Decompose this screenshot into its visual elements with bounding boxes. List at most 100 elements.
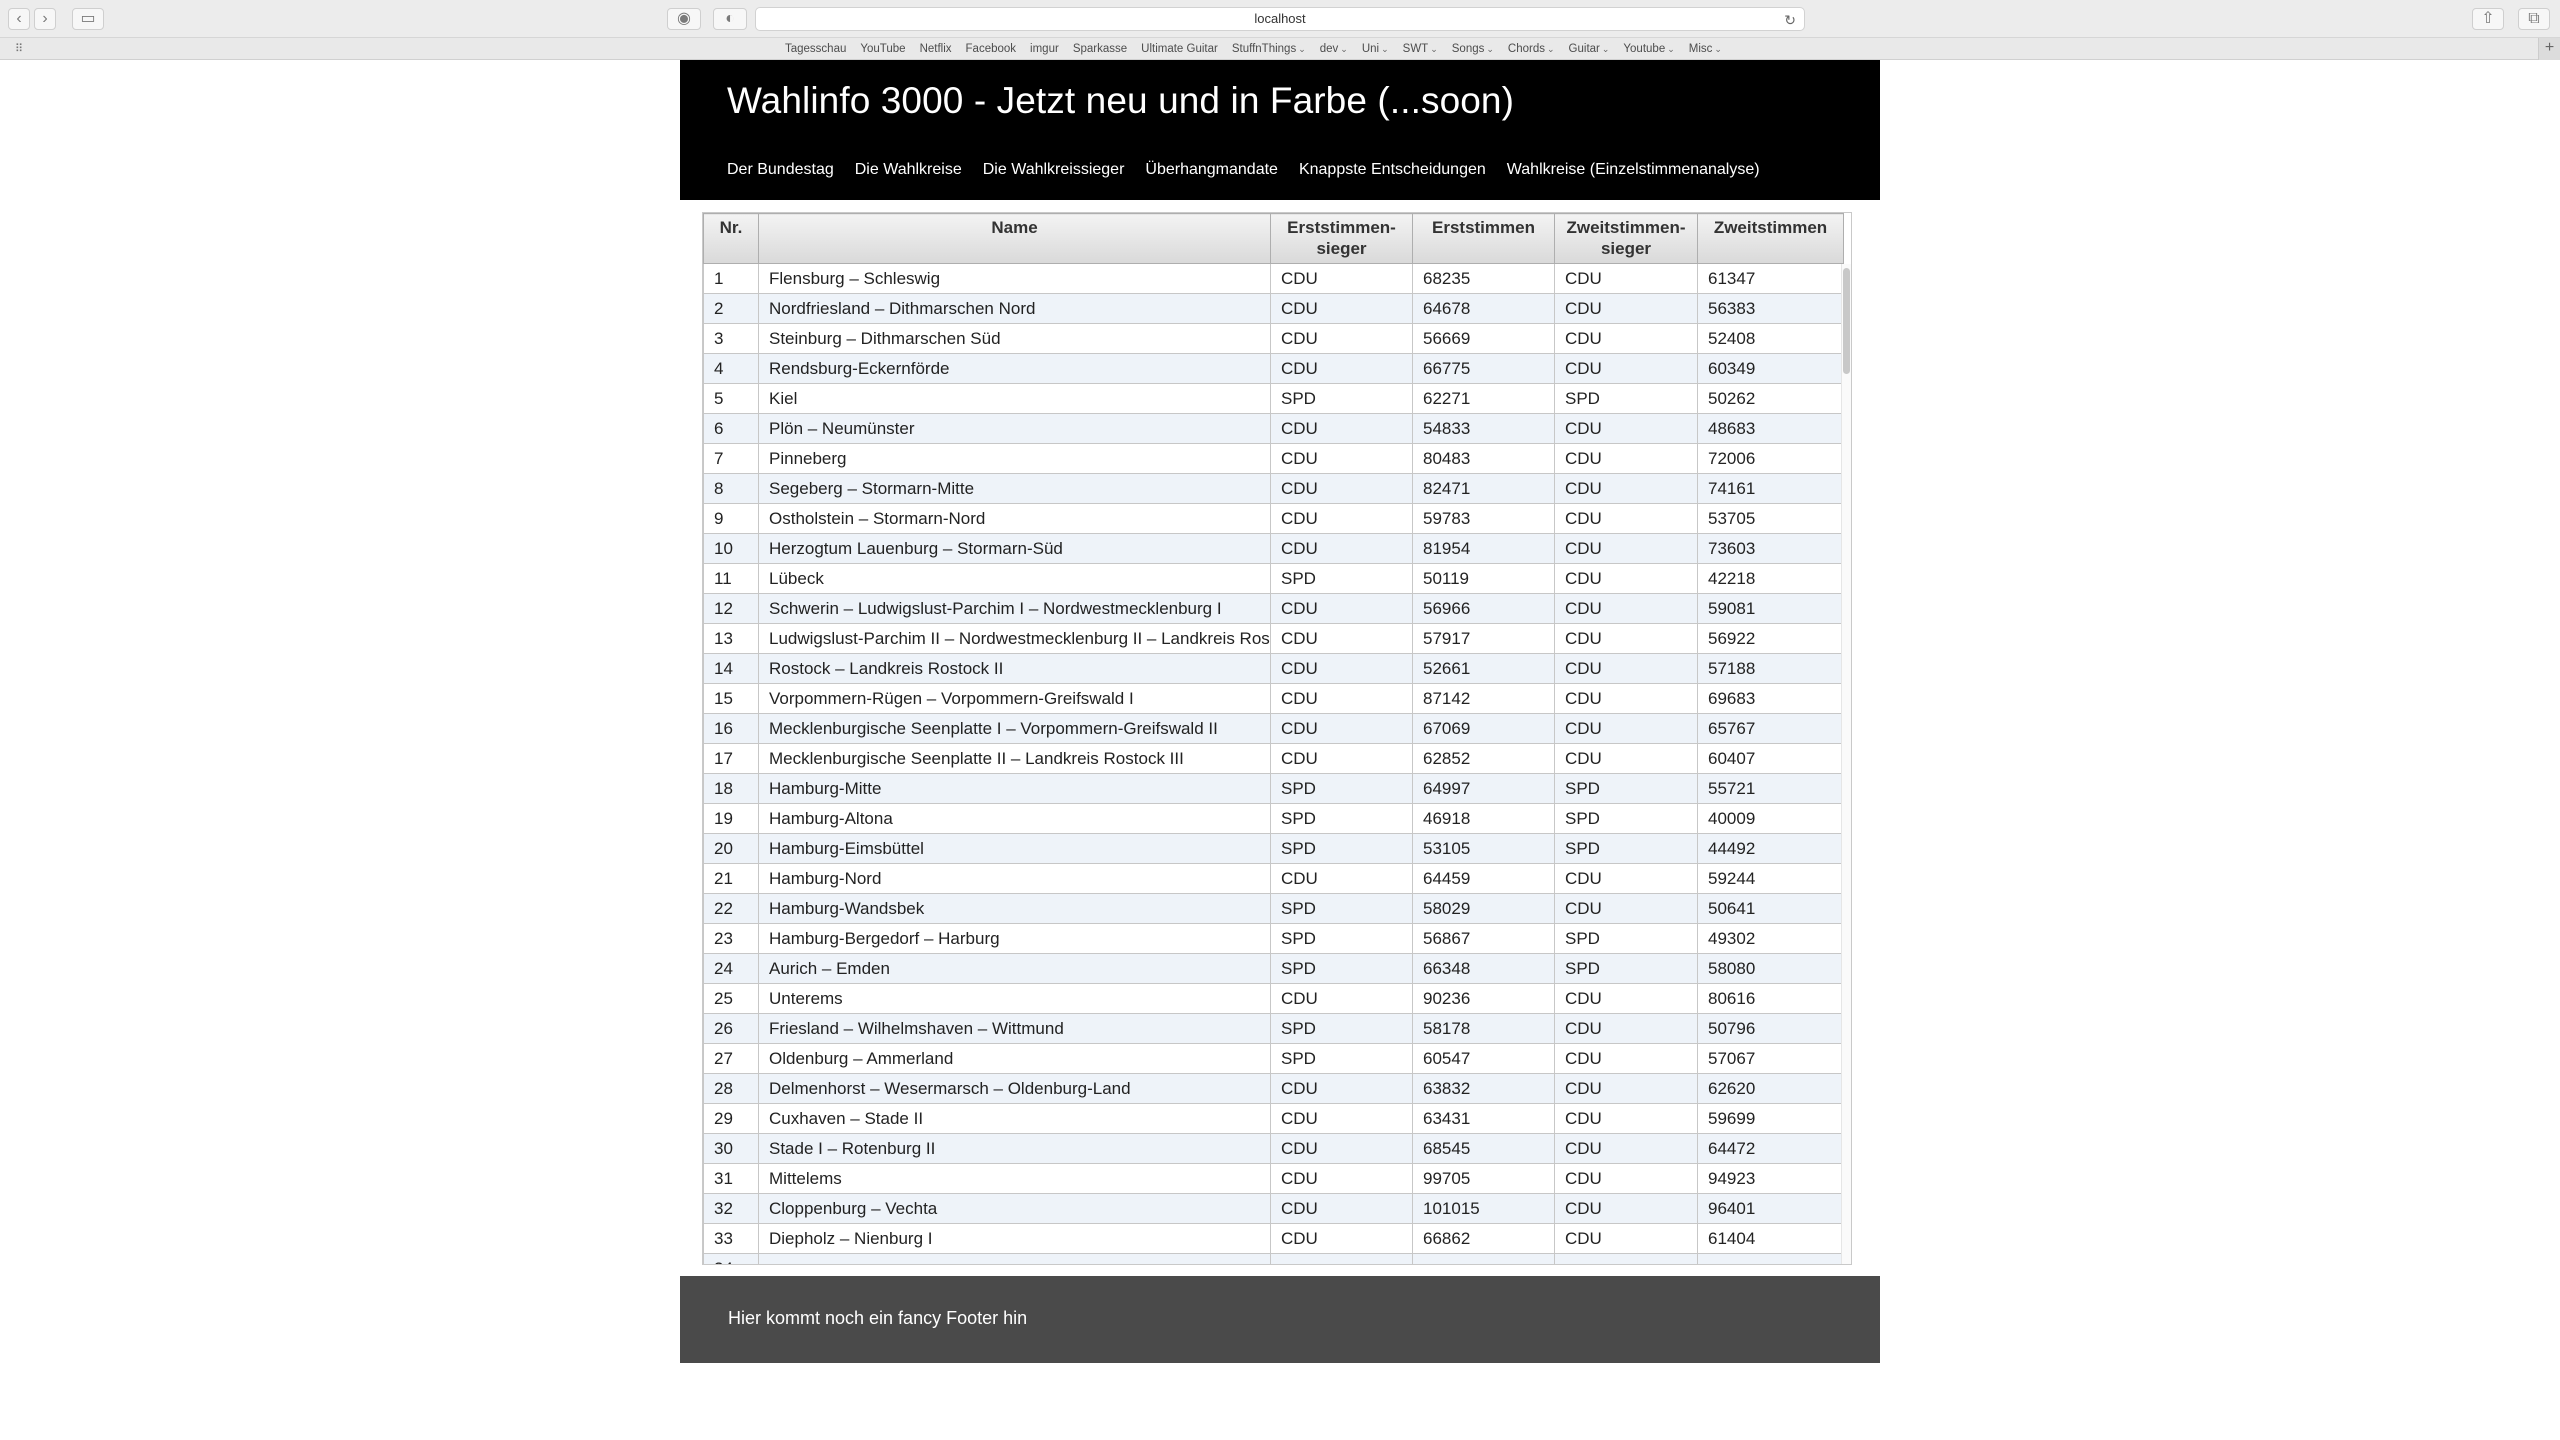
table-cell: CDU [1270, 1133, 1413, 1164]
table-row[interactable]: 4 Rendsburg-Eckernförde CDU 66775 CDU 60349 [703, 353, 1844, 384]
sidebar-button[interactable]: ▭ [72, 8, 104, 30]
table-row[interactable]: 14 Rostock – Landkreis Rostock II CDU 52661… [703, 653, 1844, 684]
extension-button-2[interactable]: ◐ [713, 8, 747, 30]
table-row[interactable]: 26 Friesland – Wilhelmshaven – Wittmund SP… [703, 1013, 1844, 1044]
forward-button[interactable]: › [34, 8, 56, 30]
table-row[interactable]: 25 Unterems CDU 90236 CDU 80616 [703, 983, 1844, 1014]
nav-link[interactable]: Überhangmandate [1145, 161, 1278, 179]
nav-link[interactable]: Knappste Entscheidungen [1299, 161, 1486, 179]
table-row[interactable]: 6 Plön – Neumünster CDU 54833 CDU 48683 [703, 413, 1844, 444]
bookmark-item[interactable]: Chords ⌄ [1501, 38, 1562, 60]
table-row[interactable]: 28 Delmenhorst – Wesermarsch – Oldenburg-… [703, 1073, 1844, 1104]
bookmark-item[interactable]: Youtube ⌄ [1616, 38, 1681, 60]
grid-icon[interactable]: ⠿ [15, 43, 29, 55]
bookmark-item[interactable]: Ultimate Guitar [1134, 38, 1225, 60]
table-cell: CDU [1270, 683, 1413, 714]
table-row[interactable]: 12 Schwerin – Ludwigslust-Parchim I – Nor… [703, 593, 1844, 624]
extension-button-1[interactable]: ◉ [667, 8, 701, 30]
page-container: Wahlinfo 3000 - Jetzt neu und in Farbe (… [680, 60, 1880, 1363]
table-row[interactable]: 5 Kiel SPD 62271 SPD 50262 [703, 383, 1844, 414]
table-row[interactable]: 7 Pinneberg CDU 80483 CDU 72006 [703, 443, 1844, 474]
tab-overview-button[interactable]: ⧉ [2518, 8, 2550, 30]
bookmark-item[interactable]: Uni ⌄ [1355, 38, 1396, 60]
table-cell [1270, 1253, 1413, 1264]
nav-link[interactable]: Wahlkreise (Einzelstimmenanalyse) [1507, 161, 1760, 179]
address-bar[interactable]: localhost ↻ [755, 7, 1805, 31]
bookmark-item[interactable]: Sparkasse [1066, 38, 1134, 60]
bookmark-item[interactable]: dev ⌄ [1313, 38, 1355, 60]
table-cell: CDU [1554, 293, 1698, 324]
table-cell: 31 [703, 1163, 759, 1194]
back-button[interactable]: ‹ [8, 8, 30, 30]
bookmark-item[interactable]: StuffnThings ⌄ [1225, 38, 1313, 60]
table-cell: Cloppenburg – Vechta [758, 1193, 1271, 1224]
table-row[interactable]: 31 Mittelems CDU 99705 CDU 94923 [703, 1163, 1844, 1194]
chevron-down-icon: ⌄ [1547, 44, 1555, 54]
table-cell: 57188 [1697, 653, 1844, 684]
table-cell: 44492 [1697, 833, 1844, 864]
column-header[interactable]: Erststimmen [1412, 213, 1555, 264]
table-row[interactable]: 1 Flensburg – Schleswig CDU 68235 CDU 61347 [703, 263, 1844, 294]
column-header[interactable]: Nr. [703, 213, 759, 264]
table-cell: 72006 [1697, 443, 1844, 474]
table-row[interactable]: 17 Mecklenburgische Seenplatte II – Landk… [703, 743, 1844, 774]
table-row[interactable]: 24 Aurich – Emden SPD 66348 SPD 58080 [703, 953, 1844, 984]
table-row[interactable]: 21 Hamburg-Nord CDU 64459 CDU 59244 [703, 863, 1844, 894]
table-row[interactable]: 10 Herzogtum Lauenburg – Stormarn-Süd CDU 8… [703, 533, 1844, 564]
table-cell: 14 [703, 653, 759, 684]
table-cell: 59783 [1412, 503, 1555, 534]
table-cell: 18 [703, 773, 759, 804]
reload-icon[interactable]: ↻ [1784, 9, 1796, 31]
results-table-container[interactable]: Nr. Name Erststimmen- sieger Erststimmen Zwe… [702, 212, 1852, 1265]
browser-toolbar: ‹ › ▭ ◉ ◐ localhost ↻ ⇧ ⧉ [0, 0, 2560, 38]
table-cell: SPD [1270, 563, 1413, 594]
table-row[interactable]: 18 Hamburg-Mitte SPD 64997 SPD 55721 [703, 773, 1844, 804]
scrollbar-thumb[interactable] [1843, 268, 1850, 374]
new-tab-button[interactable]: + [2538, 38, 2560, 60]
table-row[interactable]: 33 Diepholz – Nienburg I CDU 66862 CDU 61404 [703, 1223, 1844, 1254]
table-row[interactable]: 9 Ostholstein – Stormarn-Nord CDU 59783 CDU 5… [703, 503, 1844, 534]
table-row[interactable]: 22 Hamburg-Wandsbek SPD 58029 CDU 50641 [703, 893, 1844, 924]
sidebar-icon: ▭ [80, 10, 96, 27]
bookmark-item[interactable]: SWT ⌄ [1396, 38, 1445, 60]
nav-link[interactable]: Der Bundestag [727, 161, 834, 179]
results-table: Nr. Name Erststimmen- sieger Erststimmen Zwe… [703, 213, 1844, 1264]
table-scrollbar[interactable] [1841, 264, 1851, 1264]
bookmark-item[interactable]: Netflix [913, 38, 959, 60]
table-row[interactable]: 19 Hamburg-Altona SPD 46918 SPD 40009 [703, 803, 1844, 834]
bookmark-item[interactable]: imgur [1023, 38, 1066, 60]
bookmark-item[interactable]: YouTube [853, 38, 912, 60]
table-row[interactable]: 23 Hamburg-Bergedorf – Harburg SPD 56867 SPD… [703, 923, 1844, 954]
table-row[interactable]: 27 Oldenburg – Ammerland SPD 60547 CDU 57067 [703, 1043, 1844, 1074]
table-cell: 64997 [1412, 773, 1555, 804]
table-row[interactable]: 15 Vorpommern-Rügen – Vorpommern-Greifswa… [703, 683, 1844, 714]
table-row[interactable]: 32 Cloppenburg – Vechta CDU 101015 CDU 96401 [703, 1193, 1844, 1224]
table-row[interactable]: 30 Stade I – Rotenburg II CDU 68545 CDU 64472 [703, 1133, 1844, 1164]
bookmark-item[interactable]: Facebook [959, 38, 1024, 60]
table-row[interactable]: 20 Hamburg-Eimsbüttel SPD 53105 SPD 44492 [703, 833, 1844, 864]
bookmark-item[interactable]: Songs ⌄ [1445, 38, 1501, 60]
table-row[interactable]: 2 Nordfriesland – Dithmarschen Nord CDU 646… [703, 293, 1844, 324]
column-header[interactable]: Name [758, 213, 1271, 264]
table-row[interactable]: 34 [703, 1253, 1844, 1264]
table-cell: CDU [1270, 413, 1413, 444]
table-cell: CDU [1270, 1193, 1413, 1224]
nav-link[interactable]: Die Wahlkreise [855, 161, 962, 179]
table-cell: CDU [1554, 473, 1698, 504]
column-header[interactable]: Zweitstimmen [1697, 213, 1844, 264]
bookmark-item[interactable]: Misc ⌄ [1682, 38, 1729, 60]
table-row[interactable]: 3 Steinburg – Dithmarschen Süd CDU 56669 CDU… [703, 323, 1844, 354]
table-row[interactable]: 13 Ludwigslust-Parchim II – Nordwestmeckl… [703, 623, 1844, 654]
bookmark-item[interactable]: Guitar ⌄ [1562, 38, 1617, 60]
table-cell: 60349 [1697, 353, 1844, 384]
nav-link[interactable]: Die Wahlkreissieger [983, 161, 1125, 179]
column-header[interactable]: Zweitstimmen- sieger [1554, 213, 1698, 264]
column-header[interactable]: Erststimmen- sieger [1270, 213, 1413, 264]
table-row[interactable]: 8 Segeberg – Stormarn-Mitte CDU 82471 CDU 741… [703, 473, 1844, 504]
table-cell: 32 [703, 1193, 759, 1224]
bookmark-item[interactable]: Tagesschau [778, 38, 853, 60]
table-row[interactable]: 16 Mecklenburgische Seenplatte I – Vorpom… [703, 713, 1844, 744]
share-button[interactable]: ⇧ [2472, 8, 2504, 30]
table-row[interactable]: 11 Lübeck SPD 50119 CDU 42218 [703, 563, 1844, 594]
table-row[interactable]: 29 Cuxhaven – Stade II CDU 63431 CDU 59699 [703, 1103, 1844, 1134]
